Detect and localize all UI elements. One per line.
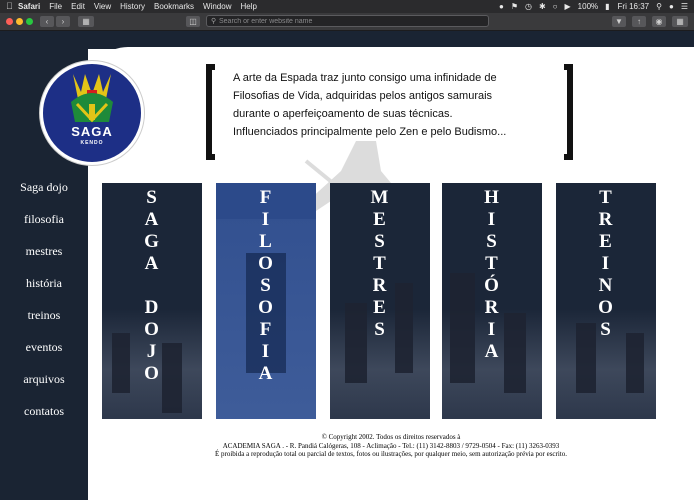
zoom-window-button[interactable] xyxy=(26,18,33,25)
panel-label: HISTÓRIA xyxy=(484,187,500,362)
site-footer: © Copyright 2002. Todos os direitos rese… xyxy=(88,433,694,459)
menu-view[interactable]: View xyxy=(94,0,111,13)
menu-bar:  Safari File Edit View History Bookmark… xyxy=(0,0,694,13)
quote-line: Filosofias de Vida, adquiridas pelos ant… xyxy=(233,90,493,102)
menu-window[interactable]: Window xyxy=(203,0,231,13)
footer-copyright: © Copyright 2002. Todos os direitos rese… xyxy=(321,433,461,441)
minimize-window-button[interactable] xyxy=(16,18,23,25)
panel-label: FILOSOFIA xyxy=(258,187,274,384)
menu-clock[interactable]: Fri 16:37 xyxy=(618,0,650,13)
tabs-overview-icon[interactable]: ▦ xyxy=(672,16,688,27)
volume-icon[interactable]: ▶ xyxy=(565,0,571,13)
menu-bookmarks[interactable]: Bookmarks xyxy=(154,0,194,13)
bluetooth-icon[interactable]: ✱ xyxy=(539,0,546,13)
search-icon: ⚲ xyxy=(211,18,217,25)
back-button[interactable]: ‹ xyxy=(40,16,54,27)
menu-history[interactable]: History xyxy=(120,0,145,13)
apple-icon[interactable]:  xyxy=(6,0,13,13)
nav-arquivos[interactable]: arquivos xyxy=(0,371,88,403)
menu-help[interactable]: Help xyxy=(240,0,256,13)
quote-bracket-left xyxy=(206,64,215,160)
wifi-icon[interactable]: ○ xyxy=(553,0,558,13)
address-bar[interactable]: ⚲ xyxy=(206,15,489,27)
nav-eventos[interactable]: eventos xyxy=(0,339,88,371)
logo-subtitle: KENDO xyxy=(80,140,104,146)
nav-mestres[interactable]: mestres xyxy=(0,243,88,275)
kendo-emblem-icon xyxy=(71,74,113,123)
panel-historia[interactable]: HISTÓRIA xyxy=(442,183,542,419)
panel-saga-dojo[interactable]: SAGA DOJO xyxy=(102,183,202,419)
web-page: SAGA KENDO Saga dojo filosofia mestres h… xyxy=(0,31,694,500)
panel-label: MESTRES xyxy=(370,187,390,340)
menu-app[interactable]: Safari xyxy=(18,0,40,13)
quote-line: durante o aperfeiçoamento de suas técnic… xyxy=(233,108,453,120)
extension-icon[interactable]: ◉ xyxy=(652,16,666,27)
philosophy-quote: A arte da Espada traz junto consigo uma … xyxy=(233,69,553,141)
status-area: ● ⚑ ◷ ✱ ○ ▶ 100% ▮ Fri 16:37 ⚲ ● ☰ xyxy=(492,0,688,13)
battery-icon[interactable]: ▮ xyxy=(605,0,609,13)
menu-file[interactable]: File xyxy=(49,0,62,13)
logo-title: SAGA xyxy=(71,124,113,139)
screen-record-icon[interactable]: ● xyxy=(499,0,504,13)
nav-historia[interactable]: história xyxy=(0,275,88,307)
nav-contatos[interactable]: contatos xyxy=(0,403,88,435)
search-icon[interactable]: ⚲ xyxy=(656,0,662,13)
footer-notice: É proibida a reprodução total ou parcial… xyxy=(214,450,568,458)
battery-label[interactable]: 100% xyxy=(578,0,598,13)
nav-saga-dojo[interactable]: Saga dojo xyxy=(0,179,88,211)
footer-address: ACADEMIA SAGA . - R. Pandiá Calógeras, 1… xyxy=(222,441,560,450)
site-nav: Saga dojo filosofia mestres história tre… xyxy=(0,179,88,435)
nav-treinos[interactable]: treinos xyxy=(0,307,88,339)
app-menus: Safari File Edit View History Bookmarks … xyxy=(18,0,266,13)
close-window-button[interactable] xyxy=(6,18,13,25)
quote-line: Influenciados principalmente pelo Zen e … xyxy=(233,126,507,138)
browser-toolbar: ‹ › ▦ ◫ ⚲ ▼ ↑ ◉ ▦ xyxy=(0,13,694,31)
panel-filosofia[interactable]: FILOSOFIA xyxy=(216,183,316,419)
panel-treinos[interactable]: TREINOS xyxy=(556,183,656,419)
quote-bracket-right xyxy=(564,64,573,160)
user-icon[interactable]: ● xyxy=(669,0,674,13)
menu-edit[interactable]: Edit xyxy=(71,0,85,13)
flag-icon[interactable]: ⚑ xyxy=(511,0,518,13)
address-input[interactable] xyxy=(219,16,479,26)
sidebar-toggle-icon[interactable]: ▦ xyxy=(78,16,94,27)
timemachine-icon[interactable]: ◷ xyxy=(525,0,532,13)
download-icon[interactable]: ▼ xyxy=(612,16,626,27)
quote-line: A arte da Espada traz junto consigo uma … xyxy=(233,72,497,84)
forward-button[interactable]: › xyxy=(56,16,70,27)
saga-kendo-logo[interactable]: SAGA KENDO xyxy=(40,61,144,165)
panel-label: SAGA DOJO xyxy=(144,187,160,384)
reader-icon[interactable]: ◫ xyxy=(186,16,200,27)
panel-label: TREINOS xyxy=(598,187,614,340)
nav-filosofia[interactable]: filosofia xyxy=(0,211,88,243)
share-icon[interactable]: ↑ xyxy=(632,16,646,27)
menu-list-icon[interactable]: ☰ xyxy=(681,0,688,13)
panel-figure xyxy=(626,333,644,393)
panel-mestres[interactable]: MESTRES xyxy=(330,183,430,419)
